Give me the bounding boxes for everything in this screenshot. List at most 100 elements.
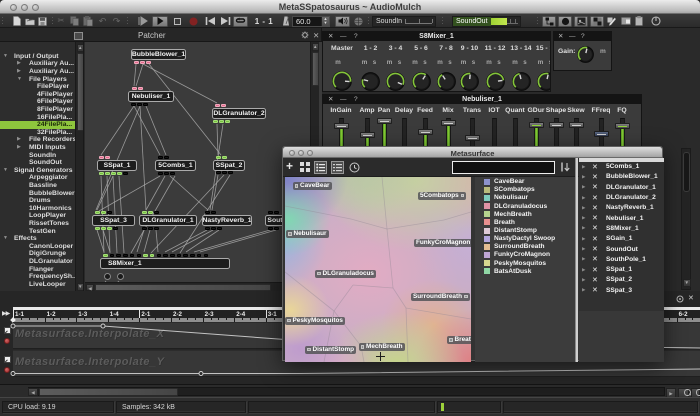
expanded-triangle-icon[interactable]: ▼ xyxy=(3,54,8,59)
snapshot-new-icon[interactable] xyxy=(620,16,632,27)
patcher-vscroll-thumb[interactable] xyxy=(312,52,320,86)
copy-icon[interactable] xyxy=(69,16,79,27)
remove-contraption-icon[interactable]: ✕ xyxy=(592,204,598,212)
collapsed-triangle-icon[interactable]: ▶ xyxy=(582,287,585,293)
collapsed-triangle-icon[interactable]: ▶ xyxy=(582,277,585,283)
snapshot-item-dlgranuladocus[interactable]: DLGranuladocus xyxy=(475,202,575,210)
surface-snapshot-5combatops[interactable]: 5Combatops xyxy=(418,192,466,200)
remove-contraption-icon[interactable]: ✕ xyxy=(592,163,598,171)
param-slider-handle[interactable] xyxy=(418,129,433,135)
patch-port[interactable] xyxy=(158,156,163,159)
patch-port[interactable] xyxy=(99,172,104,175)
patch-port[interactable] xyxy=(177,254,182,257)
collapsed-triangle-icon[interactable]: ▶ xyxy=(582,195,585,201)
surface-snapshot-peskymosquitos[interactable]: PeskyMosquitos xyxy=(285,317,345,325)
patch-port[interactable] xyxy=(137,103,142,106)
record-button[interactable] xyxy=(187,16,199,27)
contraption-item-5combs_1[interactable]: ▶✕5Combs_1 xyxy=(579,162,664,172)
param-slider-track[interactable] xyxy=(470,118,475,146)
param-slider-track[interactable] xyxy=(402,118,407,146)
patch-port[interactable] xyxy=(105,172,110,175)
palette-item-livelooper[interactable]: LiveLooper xyxy=(0,281,76,289)
collapsed-triangle-icon[interactable]: ▶ xyxy=(582,205,585,211)
snapshot-item-batsatdusk[interactable]: BatsAtDusk xyxy=(475,267,575,275)
patch-port[interactable] xyxy=(158,172,163,175)
patch-port[interactable] xyxy=(113,227,118,230)
master-mute-button[interactable]: m xyxy=(335,59,341,66)
power-icon[interactable] xyxy=(650,16,662,27)
patch-port[interactable] xyxy=(211,227,216,230)
nebuliser-titlebar[interactable]: ✕ — ? Nebuliser_1 xyxy=(323,95,641,104)
collapsed-triangle-icon[interactable]: ▶ xyxy=(582,215,585,221)
param-slider-handle[interactable] xyxy=(615,123,630,129)
panel-splitter[interactable] xyxy=(575,158,578,362)
patch-port[interactable] xyxy=(190,254,195,257)
clipboard-icon[interactable] xyxy=(633,16,644,27)
patch-port[interactable] xyxy=(130,254,135,257)
channel-solo-button[interactable]: s xyxy=(423,59,426,66)
cut-icon[interactable]: ✂ xyxy=(56,16,66,27)
channel-solo-button[interactable]: s xyxy=(448,59,451,66)
surface-snapshot-funkycromagnon[interactable]: FunkyCroMagnon xyxy=(414,239,471,247)
patch-port[interactable] xyxy=(142,227,147,230)
list-view-button[interactable] xyxy=(314,161,327,174)
collapsed-triangle-icon[interactable]: ▶ xyxy=(17,145,21,150)
patch-port[interactable] xyxy=(216,171,221,174)
patch-port[interactable] xyxy=(107,211,112,214)
snapshot-item-funkycromagnon[interactable]: FunkyCroMagnon xyxy=(475,251,575,259)
timeline-scroll-thumb[interactable] xyxy=(39,388,178,397)
param-slider-handle[interactable] xyxy=(465,135,480,141)
patch-port[interactable] xyxy=(148,211,153,214)
metasurface-surface[interactable]: CaveBear5CombatopsNebulisaurFunkyCroMagn… xyxy=(285,177,471,362)
contraption-item-southpole_1[interactable]: ▶✕SouthPole_1 xyxy=(579,254,664,264)
save-icon[interactable] xyxy=(37,16,48,27)
patch-output-port[interactable] xyxy=(117,273,124,280)
patch-port[interactable] xyxy=(157,254,162,257)
snapshot-item-scombatops[interactable]: SCombatops xyxy=(475,186,575,194)
metasurface-view-button[interactable] xyxy=(558,16,572,28)
patch-port[interactable] xyxy=(225,120,230,123)
patch-port[interactable] xyxy=(101,211,106,214)
close-automation-icon[interactable]: ✕ xyxy=(688,294,694,302)
collapsed-triangle-icon[interactable]: ▶ xyxy=(582,164,585,170)
channel-mute-button[interactable]: m xyxy=(486,59,492,66)
remove-contraption-icon[interactable]: ✕ xyxy=(592,173,598,181)
patch-port[interactable] xyxy=(105,156,110,159)
speaker-button[interactable] xyxy=(335,16,350,28)
collapsed-triangle-icon[interactable]: ▶ xyxy=(582,256,585,262)
remove-contraption-icon[interactable]: ✕ xyxy=(592,224,598,232)
surface-snapshot-cavebear[interactable]: CaveBear xyxy=(293,182,332,190)
gain-mono-label[interactable]: m xyxy=(600,48,606,55)
channel-mute-button[interactable]: m xyxy=(512,59,518,66)
channel-solo-button[interactable]: s xyxy=(523,59,526,66)
snapshot-item-breath[interactable]: Breath xyxy=(475,218,575,226)
patch-node-dlgranulator_2[interactable]: DLGranulator_2 xyxy=(212,108,266,119)
contraption-item-bubbleblower_1[interactable]: ▶✕BubbleBlower_1 xyxy=(579,172,664,182)
patch-port[interactable] xyxy=(103,254,108,257)
channel-solo-button[interactable]: s xyxy=(549,59,551,66)
channel-mute-button[interactable]: m xyxy=(538,59,544,66)
contraption-item-dlgranulator_2[interactable]: ▶✕DLGranulator_2 xyxy=(579,192,664,202)
play-button[interactable] xyxy=(152,16,168,28)
patch-node-s8mixer_1[interactable]: S8Mixer_1 xyxy=(100,258,230,269)
patch-port[interactable] xyxy=(138,87,143,90)
snapshot-edit-icon[interactable] xyxy=(606,16,618,27)
patch-node-dlgranulator_1[interactable]: DLGranulator_1 xyxy=(139,215,197,226)
snapshot-item-distantstomp[interactable]: DistantStomp xyxy=(475,226,575,234)
collapsed-triangle-icon[interactable]: ▶ xyxy=(582,267,585,273)
patch-port[interactable] xyxy=(221,104,226,107)
palette-scrollbar[interactable]: ▲ ▼ xyxy=(75,42,84,295)
patch-port[interactable] xyxy=(274,211,279,214)
palette-scroll-thumb[interactable] xyxy=(77,53,85,131)
param-slider-handle[interactable] xyxy=(377,118,392,124)
scroll-left-icon[interactable]: ◀ xyxy=(28,388,38,397)
open-file-icon[interactable] xyxy=(24,16,35,27)
contraption-item-sspat_2[interactable]: ▶✕SSpat_2 xyxy=(579,275,664,285)
scroll-up-icon[interactable]: ▲ xyxy=(312,43,320,51)
add-snapshot-button[interactable]: + xyxy=(286,159,293,173)
patch-port[interactable] xyxy=(134,61,139,64)
collapsed-triangle-icon[interactable]: ▶ xyxy=(17,137,21,142)
channel-mute-button[interactable]: m xyxy=(412,59,418,66)
channel-mute-button[interactable]: m xyxy=(387,59,393,66)
surface-snapshot-mechbreath[interactable]: MechBreath xyxy=(359,343,405,351)
